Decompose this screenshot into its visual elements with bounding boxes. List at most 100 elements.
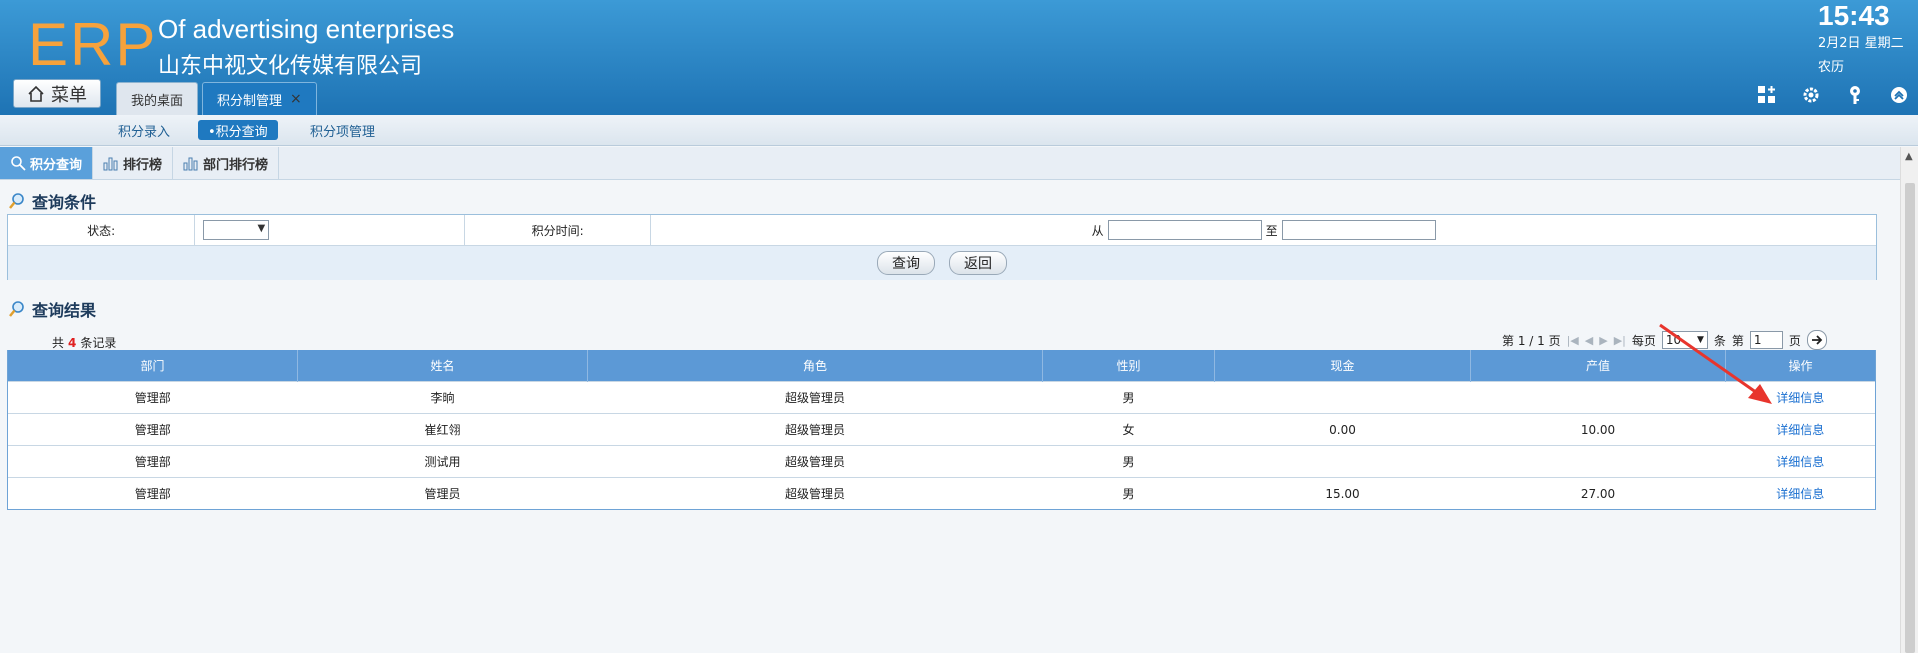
- tab-points-management[interactable]: 积分制管理 ×: [202, 82, 317, 115]
- table-row: 管理部 崔红翎 超级管理员 女 0.00 10.00 详细信息: [7, 413, 1876, 446]
- column-header-role: 角色: [587, 350, 1043, 382]
- cell-action: 详细信息: [1725, 445, 1876, 478]
- chevron-down-icon: ▼: [257, 223, 266, 234]
- back-button[interactable]: 返回: [949, 251, 1007, 275]
- tab-label: 部门排行榜: [203, 157, 269, 173]
- tab-label: 积分查询: [30, 157, 83, 173]
- logo: ERP: [28, 11, 158, 78]
- section-title-text: 查询结果: [32, 301, 97, 320]
- cell-department: 管理部: [7, 381, 298, 414]
- query-form: 状态: ▼ 积分时间: 从 至 查询 返回: [7, 214, 1877, 280]
- magnifier-icon: [9, 193, 24, 209]
- subnav-points-query[interactable]: •积分查询: [198, 120, 278, 140]
- sub-navigation: 积分录入 •积分查询 积分项管理: [0, 115, 1918, 146]
- first-page-icon[interactable]: |◀: [1567, 334, 1579, 347]
- lunar-date: 农历: [1818, 60, 1845, 75]
- time-range-cell: 从 至: [651, 215, 1876, 245]
- home-icon: [28, 85, 44, 102]
- detail-link[interactable]: 详细信息: [1776, 487, 1824, 501]
- time-label: 积分时间:: [465, 215, 652, 245]
- detail-link[interactable]: 详细信息: [1776, 455, 1824, 469]
- cell-department: 管理部: [7, 413, 298, 446]
- bar-chart-icon: [183, 157, 198, 171]
- last-page-icon[interactable]: ▶|: [1614, 334, 1626, 347]
- cell-name: 管理员: [297, 477, 588, 510]
- cell-action: 详细信息: [1725, 477, 1876, 510]
- app-header: ERP Of advertising enterprises 山东中视文化传媒有…: [0, 0, 1918, 115]
- table-row: 管理部 测试用 超级管理员 男 详细信息: [7, 445, 1876, 478]
- record-count: 共 4 条记录: [52, 334, 116, 351]
- cell-action: 详细信息: [1725, 413, 1876, 446]
- cell-output: 27.00: [1470, 477, 1726, 510]
- tab-label: 积分制管理: [217, 93, 283, 109]
- cell-cash: [1214, 381, 1471, 414]
- from-label: 从: [1091, 223, 1104, 238]
- tab-label: 我的桌面: [131, 93, 184, 109]
- column-header-department: 部门: [7, 350, 298, 382]
- cell-department: 管理部: [7, 445, 298, 478]
- cell-gender: 男: [1042, 477, 1215, 510]
- cell-gender: 女: [1042, 413, 1215, 446]
- annotation-arrow: [1659, 323, 1772, 404]
- results-table: 部门 姓名 角色 性别 现金 产值 操作 管理部 李晌 超级管理员 男 详细信息…: [7, 350, 1876, 510]
- cell-cash: 0.00: [1214, 413, 1471, 446]
- count-prefix: 共: [52, 336, 65, 350]
- clock-time: 15:43: [1818, 0, 1890, 31]
- magnifier-icon: [9, 301, 24, 317]
- vertical-scrollbar[interactable]: ▲: [1900, 147, 1918, 653]
- subnav-points-entry[interactable]: 积分录入: [108, 120, 180, 140]
- subnav-points-items[interactable]: 积分项管理: [300, 120, 385, 140]
- status-select[interactable]: ▼: [203, 220, 270, 240]
- cell-cash: 15.00: [1214, 477, 1471, 510]
- status-cell: ▼: [195, 215, 466, 245]
- cell-name: 崔红翎: [297, 413, 588, 446]
- scroll-thumb[interactable]: [1905, 183, 1915, 653]
- cell-name: 测试用: [297, 445, 588, 478]
- detail-link[interactable]: 详细信息: [1776, 391, 1824, 405]
- from-date-input[interactable]: [1107, 220, 1262, 240]
- search-icon: [11, 156, 26, 171]
- clock-date: 2月2日 星期二: [1818, 36, 1904, 51]
- query-actions: 查询 返回: [8, 245, 1876, 280]
- content-tab-bar: 积分查询 排行榜 部门排行榜: [0, 147, 1900, 180]
- table-row: 管理部 李晌 超级管理员 男 详细信息: [7, 381, 1876, 414]
- go-arrow-icon[interactable]: [1806, 330, 1827, 350]
- to-date-input[interactable]: [1281, 220, 1436, 240]
- detail-link[interactable]: 详细信息: [1776, 423, 1824, 437]
- cell-role: 超级管理员: [587, 413, 1043, 446]
- column-header-gender: 性别: [1042, 350, 1215, 382]
- chevron-up-circle-icon[interactable]: [1888, 84, 1910, 106]
- cell-role: 超级管理员: [587, 445, 1043, 478]
- cell-output: [1470, 445, 1726, 478]
- status-label: 状态:: [8, 215, 196, 245]
- cell-name: 李晌: [297, 381, 588, 414]
- count-number: 4: [68, 336, 77, 350]
- query-section-title: 查询条件: [8, 189, 96, 213]
- tab-points-query[interactable]: 积分查询: [0, 147, 94, 179]
- results-section-title: 查询结果: [8, 297, 96, 321]
- cell-output: 10.00: [1470, 413, 1726, 446]
- grid-plus-icon[interactable]: [1756, 84, 1778, 106]
- column-header-name: 姓名: [297, 350, 588, 382]
- cell-department: 管理部: [7, 477, 298, 510]
- gear-icon[interactable]: [1800, 84, 1822, 106]
- tab-department-ranking[interactable]: 部门排行榜: [173, 147, 280, 179]
- menu-label: 菜单: [51, 84, 87, 106]
- menu-button[interactable]: 菜单: [13, 79, 101, 108]
- column-header-cash: 现金: [1214, 350, 1471, 382]
- prev-page-icon[interactable]: ◀: [1585, 334, 1593, 347]
- table-header-row: 部门 姓名 角色 性别 现金 产值 操作: [7, 350, 1876, 382]
- app-title-en: Of advertising enterprises: [158, 14, 455, 44]
- close-icon[interactable]: ×: [290, 91, 302, 107]
- search-button[interactable]: 查询: [877, 251, 935, 275]
- scroll-up-icon[interactable]: ▲: [1905, 151, 1913, 162]
- cell-role: 超级管理员: [587, 477, 1043, 510]
- query-row: 状态: ▼ 积分时间: 从 至: [8, 215, 1876, 245]
- header-toolbar: [1756, 84, 1910, 106]
- page-suffix: 页: [1788, 333, 1801, 348]
- key-icon[interactable]: [1844, 84, 1866, 106]
- cell-gender: 男: [1042, 381, 1215, 414]
- next-page-icon[interactable]: ▶: [1599, 334, 1607, 347]
- tab-ranking[interactable]: 排行榜: [93, 147, 174, 179]
- tab-my-desktop[interactable]: 我的桌面: [116, 82, 199, 115]
